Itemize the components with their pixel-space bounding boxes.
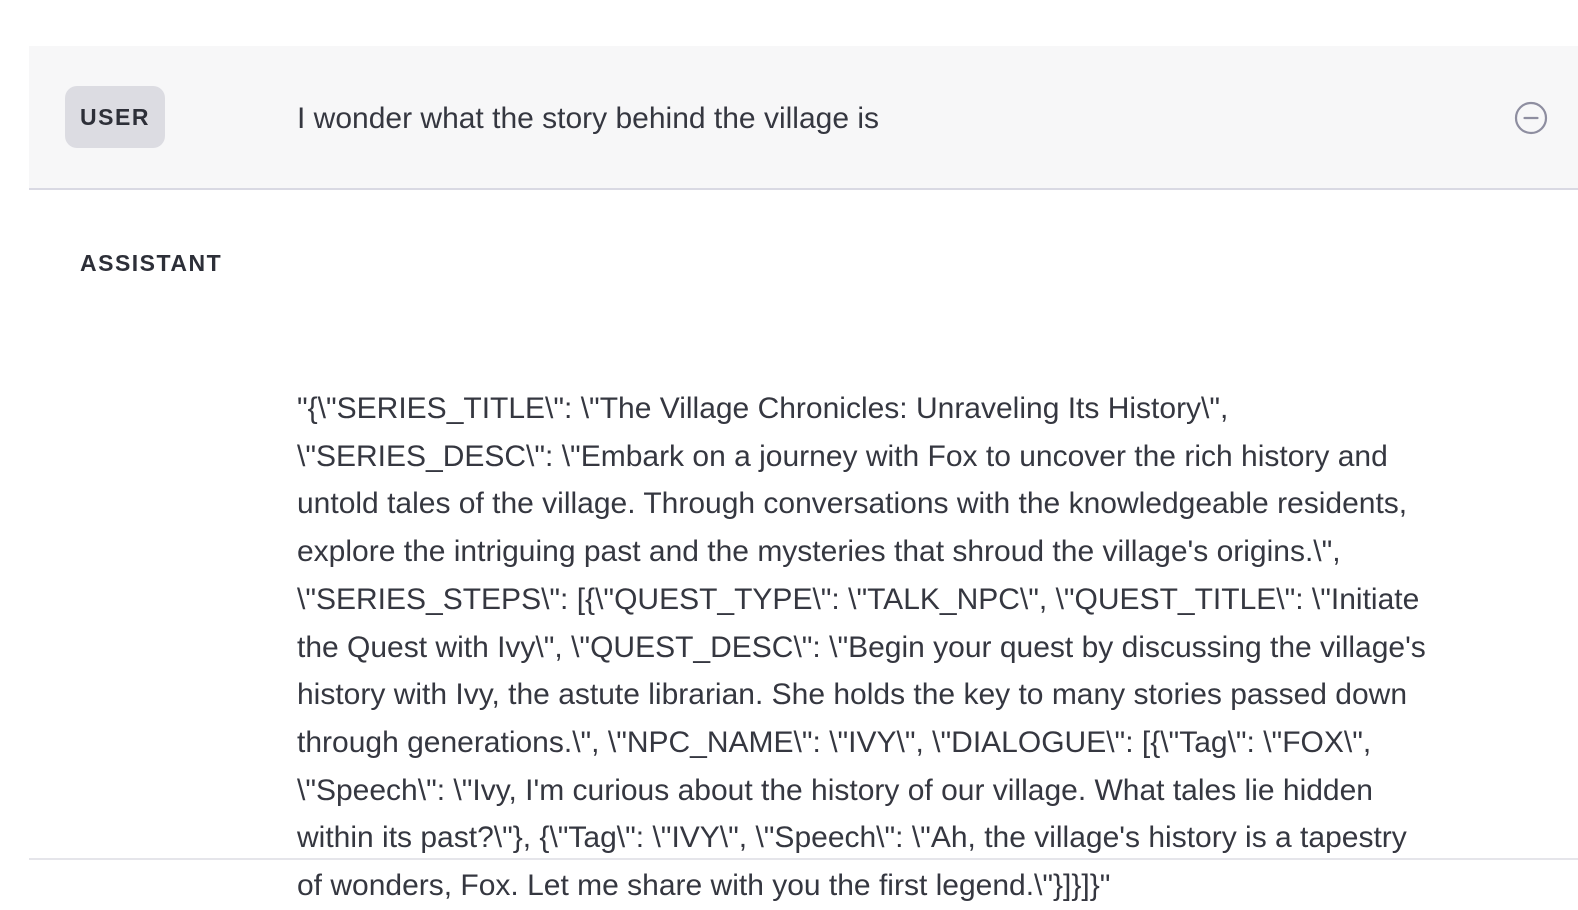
assistant-message: ASSISTANT "{\"SERIES_TITLE\": \"The Vill… (29, 190, 1578, 902)
minus-circle-icon (1514, 101, 1548, 135)
user-message-text[interactable]: I wonder what the story behind the villa… (297, 99, 879, 139)
user-message: USER I wonder what the story behind the … (29, 46, 1578, 190)
assistant-message-text[interactable]: "{\"SERIES_TITLE\": \"The Village Chroni… (297, 385, 1437, 910)
chat-thread: USER I wonder what the story behind the … (29, 46, 1578, 902)
assistant-role-label[interactable]: ASSISTANT (80, 250, 222, 277)
remove-message-button[interactable] (1514, 101, 1548, 135)
user-role-button[interactable]: USER (65, 86, 165, 148)
